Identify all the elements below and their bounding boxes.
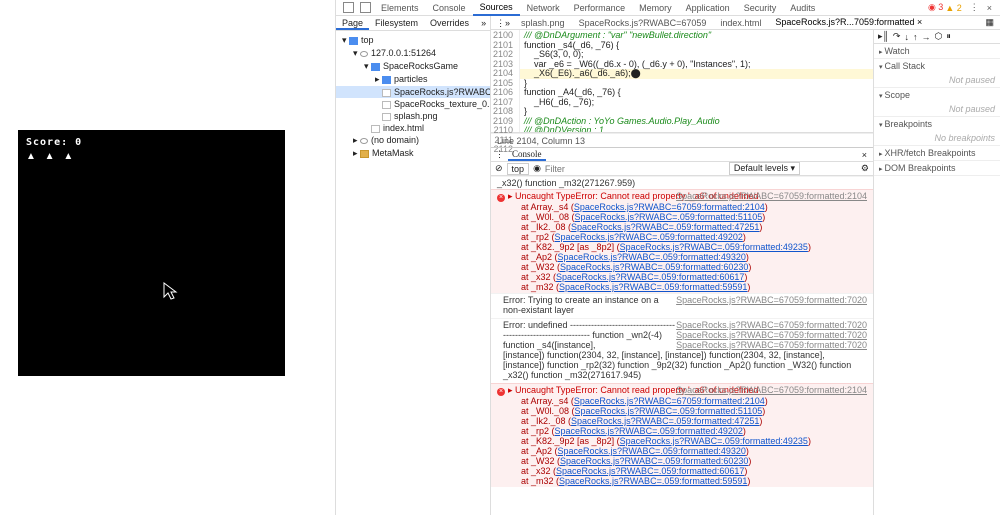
tab-application[interactable]: Application (679, 1, 737, 15)
tree-item[interactable]: ▾SpaceRocksGame (336, 60, 490, 73)
tree-item[interactable]: index.html (336, 122, 490, 134)
deactivate-bp-icon[interactable]: ⬡ (934, 31, 942, 42)
device-icon[interactable] (360, 2, 371, 13)
menu-icon[interactable]: ⋮ (966, 2, 983, 13)
nav-tab-more[interactable]: » (475, 16, 492, 30)
tab-elements[interactable]: Elements (374, 1, 426, 15)
debugger-section-header[interactable]: DOM Breakpoints (874, 161, 1000, 175)
tab-memory[interactable]: Memory (632, 1, 679, 15)
console-drawer: ⋮ Console × ⊘ top ◉ Default levels ▾ ⚙ (491, 147, 873, 487)
file-tree: ▾top▾127.0.0.1:51264▾SpaceRocksGame▸part… (336, 31, 490, 515)
tree-item[interactable]: ▸particles (336, 73, 490, 86)
console-settings-icon[interactable]: ⚙ (861, 163, 869, 174)
inspect-icon[interactable] (343, 2, 354, 13)
file-more-icon[interactable]: ▦ (979, 17, 1000, 28)
debugger-section-header[interactable]: Call Stack (874, 59, 1000, 73)
cursor-icon (163, 282, 181, 300)
log-levels-select[interactable]: Default levels ▾ (729, 162, 800, 175)
debugger-section-header[interactable]: XHR/fetch Breakpoints (874, 146, 1000, 160)
tab-console[interactable]: Console (426, 1, 473, 15)
tree-item[interactable]: splash.png (336, 110, 490, 122)
devtools: Elements Console Sources Network Perform… (335, 0, 1000, 515)
file-tab[interactable]: splash.png (514, 17, 572, 29)
nav-tab-page[interactable]: Page (336, 16, 369, 30)
tree-item[interactable]: ▸(no domain) (336, 134, 490, 147)
game-score: Score: 0 (18, 130, 285, 149)
tab-performance[interactable]: Performance (567, 1, 633, 15)
tree-item[interactable]: ▾top (336, 34, 490, 47)
game-lives: ▲ ▲ ▲ (18, 149, 285, 164)
step-out-icon[interactable]: ↑ (913, 32, 918, 42)
step-over-icon[interactable]: ↷ (893, 31, 901, 42)
clear-console-icon[interactable]: ⊘ (495, 163, 503, 174)
tree-item[interactable]: SpaceRocks.js?RWABC=67059 (336, 86, 490, 98)
close-icon[interactable]: × (983, 3, 996, 13)
game-canvas: Score: 0 ▲ ▲ ▲ (18, 130, 285, 376)
tab-sources[interactable]: Sources (473, 0, 520, 16)
step-into-icon[interactable]: ↓ (904, 32, 909, 42)
console-output[interactable]: _x32() function _m32(271267.959)×▸ Uncau… (491, 176, 873, 487)
tab-network[interactable]: Network (520, 1, 567, 15)
eye-icon[interactable]: ◉ (533, 163, 541, 174)
tree-item[interactable]: ▸MetaMask (336, 147, 490, 160)
nav-tab-filesystem[interactable]: Filesystem (369, 16, 424, 30)
file-tab[interactable]: SpaceRocks.js?RWABC=67059 (572, 17, 714, 29)
editor-status: Line 2104, Column 13 (491, 133, 873, 147)
drawer-close-icon[interactable]: × (862, 150, 867, 160)
tree-item[interactable]: SpaceRocks_texture_0.png (336, 98, 490, 110)
files-more-icon[interactable]: » (505, 18, 510, 28)
drawer-menu-icon[interactable]: ⋮ (495, 149, 504, 160)
pause-exc-icon[interactable]: ⏸ (946, 31, 951, 42)
tab-audits[interactable]: Audits (783, 1, 822, 15)
debugger-sidebar: ▸║ ↷ ↓ ↑ → ⬡ ⏸ WatchCall StackNot paused… (873, 30, 1000, 515)
nav-tab-overrides[interactable]: Overrides (424, 16, 475, 30)
file-tab-active[interactable]: SpaceRocks.js?R...7059:formatted × (768, 16, 929, 29)
open-files-bar: » splash.png SpaceRocks.js?RWABC=67059 i… (491, 16, 1000, 30)
step-icon[interactable]: → (921, 32, 930, 42)
debugger-section-header[interactable]: Breakpoints (874, 117, 1000, 131)
debugger-section-header[interactable]: Watch (874, 44, 1000, 58)
console-filter-input[interactable] (545, 164, 665, 174)
debugger-section-header[interactable]: Scope (874, 88, 1000, 102)
file-navigator: Page Filesystem Overrides » ⋮ ▾top▾127.0… (336, 16, 491, 515)
context-select[interactable]: top (507, 163, 530, 175)
console-tab[interactable]: Console (508, 149, 546, 161)
devtools-toolbar: Elements Console Sources Network Perform… (336, 0, 1000, 16)
resume-icon[interactable]: ▸║ (878, 31, 889, 42)
tab-security[interactable]: Security (737, 1, 784, 15)
warn-count[interactable]: ▲ 2 (945, 3, 961, 13)
error-count[interactable]: ◉ 3 (928, 2, 943, 13)
file-tab[interactable]: index.html (713, 17, 768, 29)
tree-item[interactable]: ▾127.0.0.1:51264 (336, 47, 490, 60)
code-editor[interactable]: 2100210121022103210421052106210721082109… (491, 30, 873, 133)
